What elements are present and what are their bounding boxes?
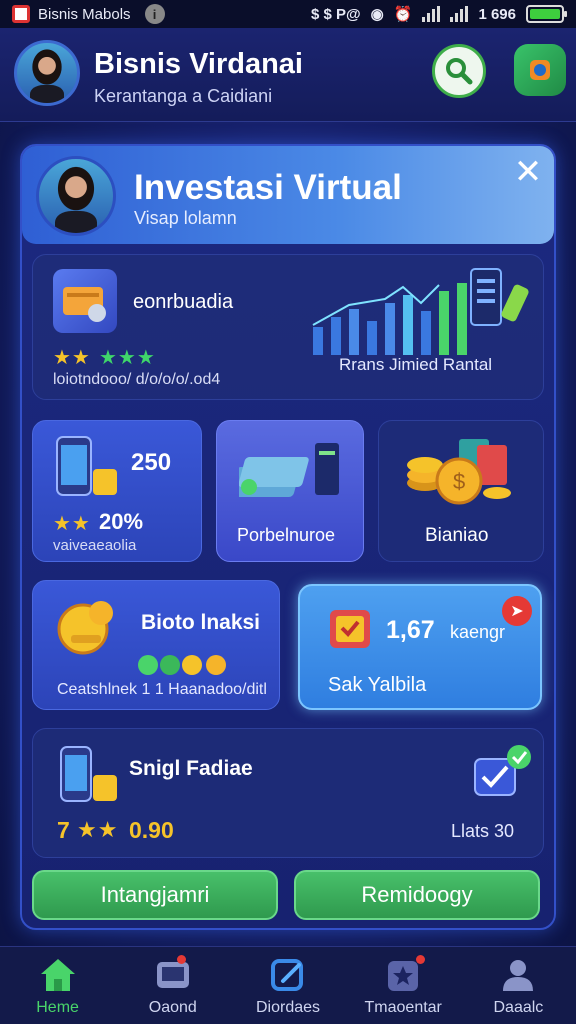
bio-title: Bioto lnaksi <box>141 611 261 634</box>
stats-percent: 20% <box>99 509 144 534</box>
coin-bag-icon <box>57 601 113 655</box>
bio-card[interactable]: Bioto lnaksi Ceatshlnek 1 1 Haanadoo/dit… <box>32 580 280 710</box>
close-button[interactable]: ✕ <box>508 152 548 192</box>
status-app-title: Bisnis Mabols <box>38 5 131 23</box>
recommend-button[interactable]: Remidoogy <box>294 870 540 920</box>
user-avatar[interactable] <box>14 40 80 106</box>
documents-label: Porbelnuroe <box>237 525 336 545</box>
portfolio-meta: loiotndooo/ d/o/o/o/.od4 <box>53 371 221 388</box>
documents-card[interactable]: Porbelnuroe <box>216 420 364 562</box>
product-right-text: Llats 30 <box>451 821 515 841</box>
header-subtitle: Kerantanga a Caidiani <box>94 86 273 106</box>
nav-profile-label: Daaalc <box>493 999 544 1016</box>
investment-panel: Investasi Virtual Visap lolamn ✕ eonrbua… <box>20 144 556 930</box>
nav-badge-label: Tmaoentar <box>364 999 442 1016</box>
coins-icon: $ <box>407 439 511 505</box>
bio-meta: Ceatshlnek 1 1 Haanadoo/ditl <box>57 681 267 698</box>
banner-subtitle: Visap lolamn <box>134 208 237 228</box>
shop-button[interactable] <box>514 44 566 96</box>
screen-icon <box>156 962 189 988</box>
coin-row-icon <box>138 655 226 675</box>
portfolio-title: eonrbuadia <box>133 291 234 313</box>
stats-card[interactable]: 250 ★★ 20% vaiveaeaolia <box>32 420 202 562</box>
nav-edit-label: Diordaes <box>255 999 321 1016</box>
svg-text:$: $ <box>453 469 465 494</box>
stats-stars: ★★ <box>53 513 91 535</box>
nav-edit[interactable]: Diordaes <box>230 947 345 1024</box>
invest-button[interactable]: Intangjamri <box>32 870 278 920</box>
coins-card[interactable]: $ Bianiao <box>378 420 544 562</box>
banner-avatar <box>36 156 116 236</box>
coins-label: Bianiao <box>425 525 489 546</box>
growth-chart-icon <box>312 268 529 355</box>
documents-icon <box>239 443 339 497</box>
portfolio-card[interactable]: eonrbuadia ★★ ★★★ loiotndooo/ d/o/o/o/.o… <box>32 254 544 400</box>
phone-map-icon <box>56 436 117 496</box>
status-time: 1 696 <box>478 5 516 23</box>
nav-home-label: Heme <box>36 999 79 1016</box>
phone-wallet-icon <box>60 746 117 802</box>
app-icon <box>12 5 30 23</box>
banner-title: Investasi Virtual <box>134 168 402 207</box>
edit-icon <box>271 959 303 991</box>
product-card[interactable]: Snigl Fadiae 7 ★★ 0.90 Llats 30 <box>32 728 544 858</box>
portfolio-stars-green: ★★★ <box>99 347 156 369</box>
signal-icon-2 <box>450 6 469 22</box>
product-stars: ★★ <box>77 817 119 842</box>
status-indicator-text: $ $ P@ <box>311 5 361 23</box>
sync-icon: ◉ <box>370 6 384 23</box>
chart-caption: Rrans Jimied Rantal <box>339 355 493 374</box>
portfolio-stars-gold: ★★ <box>53 347 91 369</box>
signal-icon <box>422 6 441 22</box>
bottom-navigation: Heme Oaond Diordaes Tmaoentar Daaalc <box>0 946 576 1024</box>
nav-badge[interactable]: Tmaoentar <box>346 947 461 1024</box>
checked-box-icon <box>474 745 531 796</box>
product-title: Snigl Fadiae <box>129 757 253 780</box>
home-icon <box>40 959 75 991</box>
user-icon <box>503 960 534 991</box>
stats-value: 250 <box>131 449 172 476</box>
search-icon <box>446 58 473 85</box>
shop-icon <box>530 60 550 80</box>
offer-label: Sak Yalbila <box>328 674 427 696</box>
header-title: Bisnis Virdanai <box>94 48 303 80</box>
nav-profile[interactable]: Daaalc <box>461 947 576 1024</box>
notification-badge: ➤ <box>502 596 532 626</box>
notification-dot-2 <box>415 955 425 964</box>
panel-banner: Investasi Virtual Visap lolamn ✕ <box>22 146 554 244</box>
nav-screen-label: Oaond <box>148 999 197 1016</box>
clipboard-icon <box>330 610 370 648</box>
battery-icon <box>526 5 567 23</box>
info-icon: i <box>144 4 165 24</box>
alarm-icon: ⏰ <box>393 6 413 23</box>
offer-value: 1,67 <box>386 616 435 644</box>
app-header: Bisnis Virdanai Kerantanga a Caidiani <box>0 28 576 122</box>
product-value: 0.90 <box>129 817 174 843</box>
nav-screen[interactable]: Oaond <box>115 947 230 1024</box>
status-bar: Bisnis Mabols i $ $ P@ ◉ ⏰ 1 696 <box>0 0 576 28</box>
status-indicators: $ $ P@ ◉ ⏰ 1 696 <box>311 5 567 23</box>
search-button[interactable] <box>432 44 486 98</box>
offer-unit: kaengr <box>450 622 506 642</box>
nav-home[interactable]: Heme <box>0 947 115 1024</box>
briefcase-icon <box>53 269 117 333</box>
stats-meta: vaiveaeaolia <box>53 537 137 554</box>
product-rating-prefix: 7 <box>57 817 70 843</box>
offer-card[interactable]: 1,67 kaengr ➤ Sak Yalbila <box>298 584 542 710</box>
